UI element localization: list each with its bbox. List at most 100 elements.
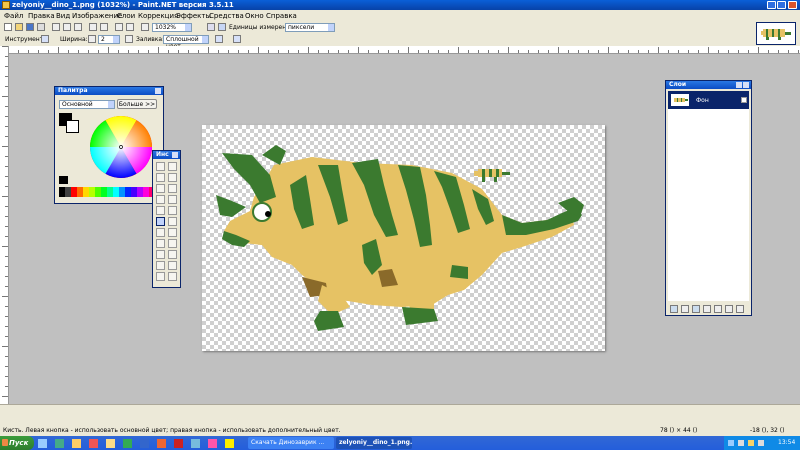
start-button[interactable]: Пуск [0,436,34,450]
move-selection-tool-icon[interactable] [168,162,177,171]
move-down-icon[interactable] [725,305,733,313]
layer-item-background[interactable]: Фон [668,91,749,109]
taskbar-item-paintnet[interactable]: zelyoniy__dino_1.png... [336,437,412,449]
paintbrush-tool-icon[interactable] [156,217,165,226]
redo-icon[interactable] [126,23,134,31]
freeform-shape-tool-icon[interactable] [168,272,177,281]
copy-icon[interactable] [63,23,71,31]
chat-icon[interactable] [191,439,200,448]
fill-combo[interactable]: Сплошной цвет [163,35,209,50]
menu-layers[interactable]: Слои [117,12,135,20]
layer-properties-icon[interactable] [736,305,744,313]
antialias-icon[interactable] [125,35,133,43]
clone-stamp-tool-icon[interactable] [156,239,165,248]
show-desktop-icon[interactable] [38,439,47,448]
word-icon[interactable] [140,439,149,448]
more-colors-button[interactable]: Больше >> [117,99,157,109]
eraser-tool-icon[interactable] [168,217,177,226]
mail-icon[interactable] [72,439,81,448]
taskbar-item-browser[interactable]: Скачать Динозаврик ... [248,437,334,449]
secondary-color-swatch[interactable] [66,120,79,133]
volume-icon[interactable] [738,440,744,446]
rounded-rectangle-tool-icon[interactable] [168,261,177,270]
width-combo[interactable]: 2 [98,35,120,44]
tools-window[interactable]: Инс [152,150,181,288]
yandex-browser-icon[interactable] [225,439,234,448]
gradient-tool-icon[interactable] [168,206,177,215]
browser-icon[interactable] [55,439,64,448]
deselect-icon[interactable] [100,23,108,31]
line-curve-tool-icon[interactable] [168,250,177,259]
menu-image[interactable]: Изображение [72,12,122,20]
color-picker-tool-icon[interactable] [168,228,177,237]
units-combo[interactable]: пиксели [285,23,335,32]
menu-adjustments[interactable]: Коррекция [138,12,178,20]
lasso-select-tool-icon[interactable] [156,173,165,182]
excel-icon[interactable] [123,439,132,448]
magic-wand-tool-icon[interactable] [156,195,165,204]
ellipse-tool-icon[interactable] [156,272,165,281]
undo-icon[interactable] [115,23,123,31]
duplicate-layer-icon[interactable] [692,305,700,313]
keyboard-icon[interactable] [758,440,764,446]
ellipse-select-tool-icon[interactable] [156,184,165,193]
menu-help[interactable]: Справка [266,12,297,20]
grid-icon[interactable] [207,23,215,31]
move-up-icon[interactable] [714,305,722,313]
paste-icon[interactable] [74,23,82,31]
blend-mode-icon[interactable] [215,35,223,43]
pencil-tool-icon[interactable] [156,228,165,237]
maximize-button[interactable] [777,1,786,9]
palette-window[interactable]: Палитра Основной Больше >> [54,86,164,204]
palette-mode-combo[interactable]: Основной [59,100,115,109]
pdf-reader-icon[interactable] [174,439,183,448]
drawing-app-icon[interactable] [208,439,217,448]
delete-layer-icon[interactable] [681,305,689,313]
alpha-mode-icon[interactable] [233,35,241,43]
image-thumbnail[interactable] [756,22,796,45]
menu-view[interactable]: Вид [56,12,70,20]
close-button[interactable] [788,1,797,9]
recolor-tool-icon[interactable] [168,239,177,248]
menu-effects[interactable]: Эффекты [176,12,211,20]
menu-file[interactable]: Файл [4,12,23,20]
layers-window[interactable]: Слои Фон [665,80,752,316]
image-canvas[interactable] [202,125,605,351]
reset-colors-icon[interactable] [59,176,68,184]
zoom-combo[interactable]: 1032% [152,23,192,32]
layer-visibility-checkbox[interactable] [741,97,747,103]
pan-tool-icon[interactable] [168,195,177,204]
color-wheel[interactable] [89,115,153,179]
rectangle-tool-icon[interactable] [156,261,165,270]
zoom-tool-icon[interactable] [168,184,177,193]
add-layer-icon[interactable] [670,305,678,313]
close-icon[interactable] [172,152,178,158]
menu-edit[interactable]: Правка [28,12,55,20]
save-icon[interactable] [26,23,34,31]
zoom-icon[interactable] [141,23,149,31]
explorer-icon[interactable] [106,439,115,448]
open-folder-icon[interactable] [15,23,23,31]
rectangle-select-tool-icon[interactable] [156,162,165,171]
close-icon[interactable] [155,88,161,94]
menu-window[interactable]: Окно [245,12,264,20]
print-icon[interactable] [37,23,45,31]
close-icon[interactable] [743,82,749,88]
network-icon[interactable] [728,440,734,446]
media-player-icon[interactable] [89,439,98,448]
window-settings-icon[interactable] [736,82,742,88]
merge-layer-icon[interactable] [703,305,711,313]
security-icon[interactable] [748,440,754,446]
powerpoint-icon[interactable] [157,439,166,448]
menu-utilities[interactable]: Средства [209,12,244,20]
cut-icon[interactable] [52,23,60,31]
paint-bucket-tool-icon[interactable] [156,206,165,215]
minus-icon[interactable] [88,35,96,43]
new-file-icon[interactable] [4,23,12,31]
paintbrush-icon[interactable] [41,35,49,43]
ruler-icon[interactable] [218,23,226,31]
move-selected-tool-icon[interactable] [168,173,177,182]
text-tool-icon[interactable] [156,250,165,259]
crop-icon[interactable] [89,23,97,31]
minimize-button[interactable] [767,1,776,9]
